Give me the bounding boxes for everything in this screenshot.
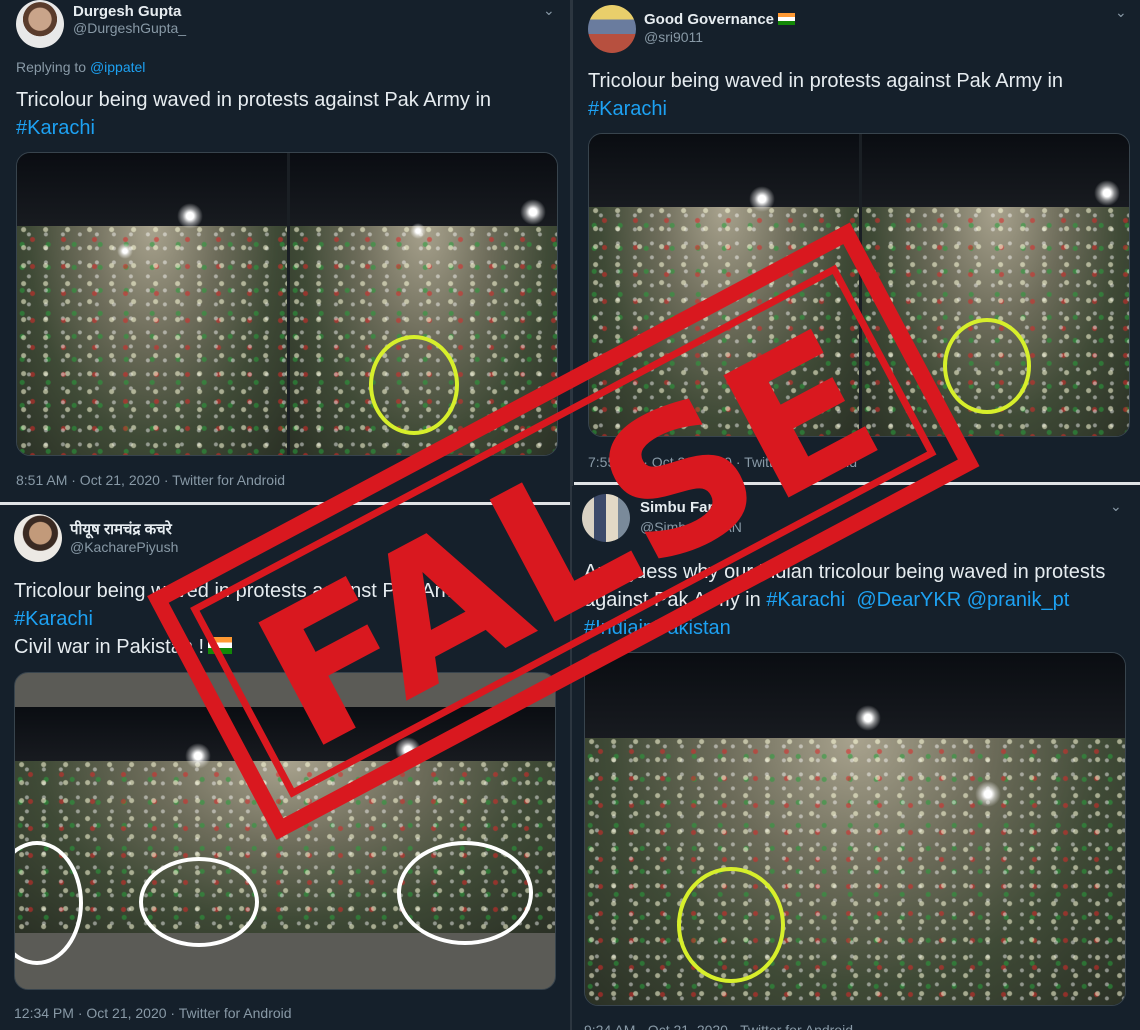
avatar[interactable] [16, 0, 64, 48]
chevron-down-icon[interactable]: ⌄ [1110, 498, 1122, 515]
tweet-media[interactable] [14, 672, 556, 990]
avatar[interactable] [582, 494, 630, 542]
hashtag-link[interactable]: #Karachi [766, 589, 845, 611]
replying-to: Replying to @ippatel [16, 59, 146, 75]
india-flag-icon [208, 637, 233, 654]
tweet-card[interactable]: पीयूष रामचंद्र कचरे @KacharePiyush Trico… [0, 506, 568, 1030]
hashtag-link[interactable]: #Karachi [16, 117, 95, 139]
tweet-card[interactable]: Good Governance @sri9011 ⌄ Tricolour bei… [574, 0, 1140, 480]
highlight-circle [943, 318, 1031, 414]
hashtag-link[interactable]: #IndiainPakistan [584, 617, 731, 639]
tweet-text: Tricolour being waved in protests agains… [14, 580, 490, 658]
chevron-down-icon[interactable]: ⌄ [1115, 4, 1127, 21]
mention-link[interactable]: @ippatel [90, 59, 145, 75]
tweet-text: Any guess why our Indian tricolour being… [584, 561, 1106, 639]
tweet-card[interactable]: Simbu Fans @SimbuMSTAN ⌄ Any guess why o… [572, 486, 1140, 1030]
tweet-timestamp[interactable]: 7:55 AM · Oct 21, 2020 · Twitter for And… [588, 454, 857, 470]
display-name[interactable]: पीयूष रामचंद्र कचरे [70, 519, 172, 539]
tweet-separator [574, 482, 1140, 485]
highlight-circle [369, 335, 459, 435]
user-handle[interactable]: @KacharePiyush [70, 539, 178, 555]
mention-link[interactable]: @DearYKR [856, 589, 961, 611]
display-name[interactable]: Simbu Fans [640, 499, 725, 516]
tweet-timestamp[interactable]: 9:24 AM · Oct 21, 2020 · Twitter for And… [584, 1022, 853, 1030]
mention-link[interactable]: @pranik_pt [967, 589, 1070, 611]
hashtag-link[interactable]: #Karachi [14, 608, 93, 630]
tweet-timestamp[interactable]: 8:51 AM · Oct 21, 2020 · Twitter for And… [16, 472, 285, 488]
display-name[interactable]: Good Governance [644, 11, 796, 28]
tweet-media[interactable] [584, 652, 1126, 1006]
crowd-photo [589, 134, 859, 436]
tweet-media[interactable] [588, 133, 1130, 437]
avatar[interactable] [588, 5, 636, 53]
tweet-timestamp[interactable]: 12:34 PM · Oct 21, 2020 · Twitter for An… [14, 1005, 292, 1021]
chevron-down-icon[interactable]: ⌄ [543, 2, 555, 19]
tweet-media[interactable] [16, 152, 558, 456]
tweet-card[interactable]: Durgesh Gupta @DurgeshGupta_ ⌄ Replying … [0, 0, 568, 502]
display-name[interactable]: Durgesh Gupta [73, 3, 181, 20]
tweet-text: Tricolour being waved in protests agains… [16, 89, 492, 139]
highlight-circle [139, 857, 259, 947]
user-handle[interactable]: @DurgeshGupta_ [73, 20, 186, 36]
crowd-photo [17, 153, 287, 455]
india-flag-icon [778, 13, 796, 25]
tweet-text: Tricolour being waved in protests agains… [588, 70, 1064, 120]
crowd-photo [585, 653, 1125, 1005]
user-handle[interactable]: @SimbuMSTAN [640, 519, 742, 535]
user-handle[interactable]: @sri9011 [644, 29, 703, 45]
avatar[interactable] [14, 514, 62, 562]
hashtag-link[interactable]: #Karachi [588, 98, 667, 120]
highlight-circle [677, 867, 785, 983]
tweet-separator [0, 502, 570, 505]
highlight-circle [397, 841, 533, 945]
